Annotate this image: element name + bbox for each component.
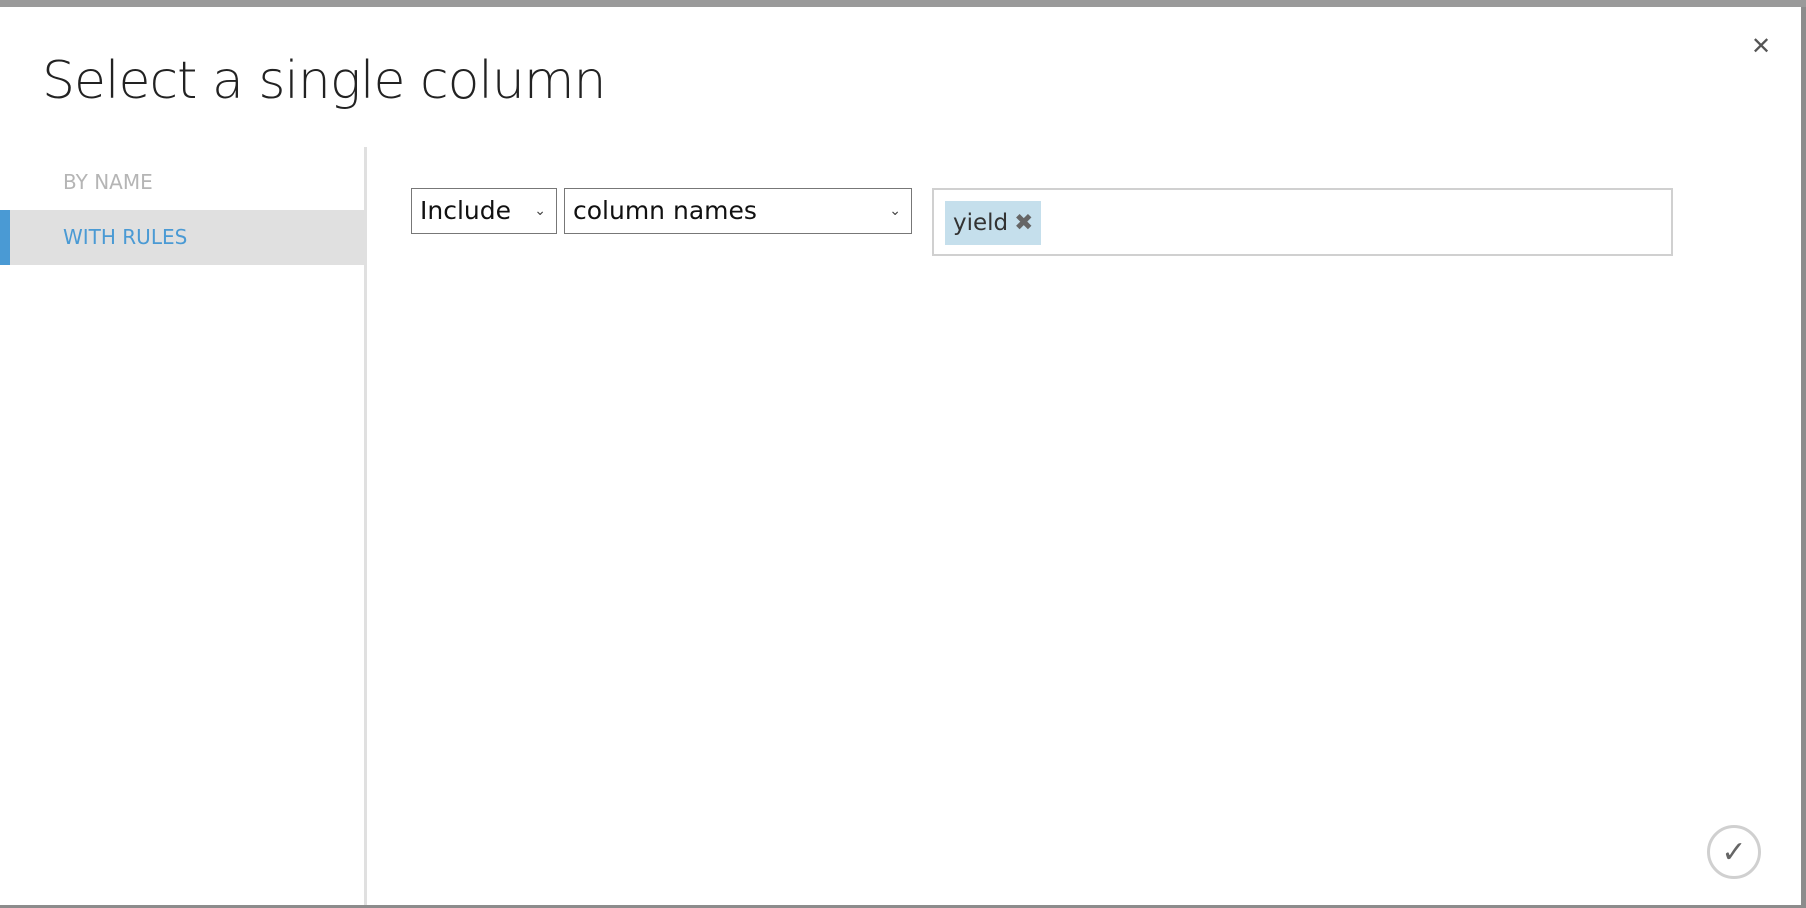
- include-exclude-select[interactable]: Include ⌄: [411, 188, 557, 234]
- close-icon[interactable]: ✕: [1748, 33, 1774, 59]
- sidebar: BY NAME WITH RULES: [0, 147, 367, 905]
- rule-type-select[interactable]: column names ⌄: [564, 188, 912, 234]
- rule-type-value: column names: [573, 196, 757, 225]
- ok-checkmark-button[interactable]: ✓: [1707, 825, 1761, 879]
- column-names-input[interactable]: yield ✖: [932, 188, 1673, 256]
- chevron-down-icon: ⌄: [534, 203, 546, 219]
- column-tag: yield ✖: [945, 201, 1042, 245]
- column-tag-label: yield: [953, 210, 1009, 236]
- checkmark-icon: ✓: [1721, 835, 1747, 870]
- sidebar-item-with-rules[interactable]: WITH RULES: [0, 210, 364, 265]
- select-column-dialog: Select a single column ✕ BY NAME WITH RU…: [0, 7, 1801, 905]
- include-select-value: Include: [420, 196, 512, 225]
- dialog-title: Select a single column: [42, 51, 606, 111]
- chevron-down-icon: ⌄: [889, 203, 901, 219]
- sidebar-item-by-name[interactable]: BY NAME: [0, 155, 364, 210]
- remove-tag-icon[interactable]: ✖: [1014, 210, 1033, 236]
- background-app-strip: [0, 0, 1806, 7]
